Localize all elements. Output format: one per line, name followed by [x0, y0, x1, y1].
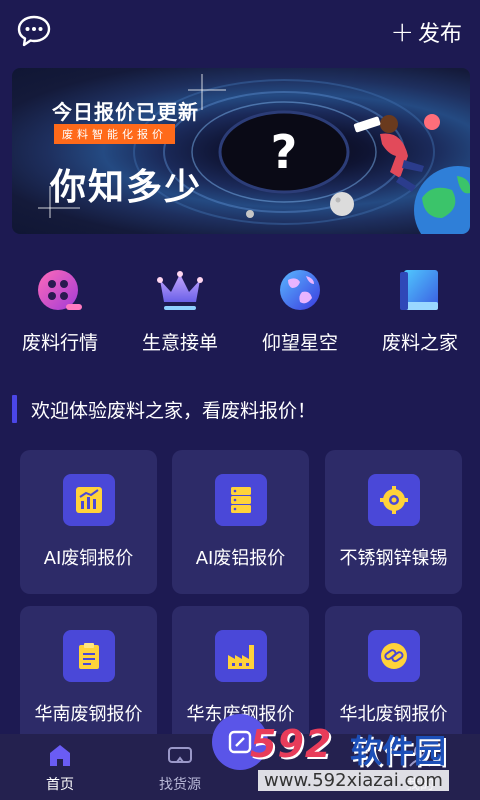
top-bar: + 发布	[0, 0, 480, 64]
quick-nav-label: 仰望星空	[261, 332, 338, 354]
welcome-section: 欢迎体验废料之家，看废料报价！	[12, 394, 316, 424]
question-mark-icon: ?	[271, 125, 298, 179]
gear-icon	[379, 486, 408, 514]
tab-mine[interactable]: 我的	[375, 734, 465, 794]
quick-nav: 废料行情 生意接单 仰望星空 废料之家	[0, 266, 480, 366]
publish-button[interactable]: + 发布	[391, 16, 462, 48]
link-icon	[380, 643, 407, 669]
card-aluminum[interactable]: AI废铝报价	[172, 450, 309, 594]
card-north-china[interactable]: 华北废钢报价	[325, 606, 462, 750]
quick-nav-label: 生意接单	[141, 332, 218, 354]
quick-nav-home[interactable]: 废料之家	[362, 266, 478, 366]
clipboard-icon	[78, 643, 99, 669]
profile-icon	[409, 745, 431, 767]
card-icon-box	[62, 630, 115, 682]
promo-banner[interactable]: ? 今日报价已更新 废料智能化报价 你知多少	[12, 68, 470, 234]
card-label: 不锈钢锌镍锡	[339, 548, 448, 569]
card-icon-box	[367, 474, 420, 526]
card-icon-box	[367, 630, 420, 682]
quick-nav-market[interactable]: 废料行情	[2, 266, 118, 366]
card-label: AI废铜报价	[43, 548, 134, 569]
quick-nav-label: 废料行情	[21, 332, 98, 354]
chart-icon	[75, 487, 102, 513]
goggles-icon	[168, 747, 192, 763]
card-label: AI废铝报价	[195, 548, 286, 569]
quick-nav-label: 废料之家	[381, 332, 458, 354]
home-icon	[50, 745, 70, 766]
card-label: 华南废钢报价	[34, 704, 143, 725]
center-action-button[interactable]	[212, 714, 268, 770]
quick-nav-stars[interactable]: 仰望星空	[242, 266, 358, 366]
tab-label: 找货源	[159, 777, 201, 793]
publish-label: 发布	[417, 22, 462, 47]
globe-icon	[280, 270, 320, 310]
card-icon-box	[62, 474, 115, 526]
card-stainless[interactable]: 不锈钢锌镍锡	[325, 450, 462, 594]
card-icon-box	[214, 630, 267, 682]
banner-headline: 今日报价已更新	[52, 100, 199, 124]
card-icon-box	[214, 474, 267, 526]
tab-label: 我的	[406, 777, 434, 793]
tab-home[interactable]: 首页	[15, 734, 105, 794]
card-label: 华北废钢报价	[339, 704, 448, 725]
tab-center-spacer	[255, 734, 345, 742]
film-reel-icon	[38, 270, 82, 310]
card-copper[interactable]: AI废铜报价	[20, 450, 157, 594]
factory-icon	[227, 645, 254, 669]
plus-icon: +	[390, 15, 414, 48]
tab-label: 首页	[46, 777, 74, 793]
banner-tagline: 废料智能化报价	[54, 124, 175, 144]
banner-big-text: 你知多少	[50, 167, 203, 208]
welcome-text: 欢迎体验废料之家，看废料报价！	[31, 399, 317, 422]
crown-icon	[157, 271, 203, 310]
chat-bubble-icon[interactable]	[16, 14, 52, 48]
quick-nav-orders[interactable]: 生意接单	[122, 266, 238, 366]
compose-icon	[228, 730, 252, 754]
card-south-china[interactable]: 华南废钢报价	[20, 606, 157, 750]
section-accent-bar	[12, 395, 17, 423]
book-icon	[400, 270, 438, 310]
server-icon	[230, 487, 251, 513]
